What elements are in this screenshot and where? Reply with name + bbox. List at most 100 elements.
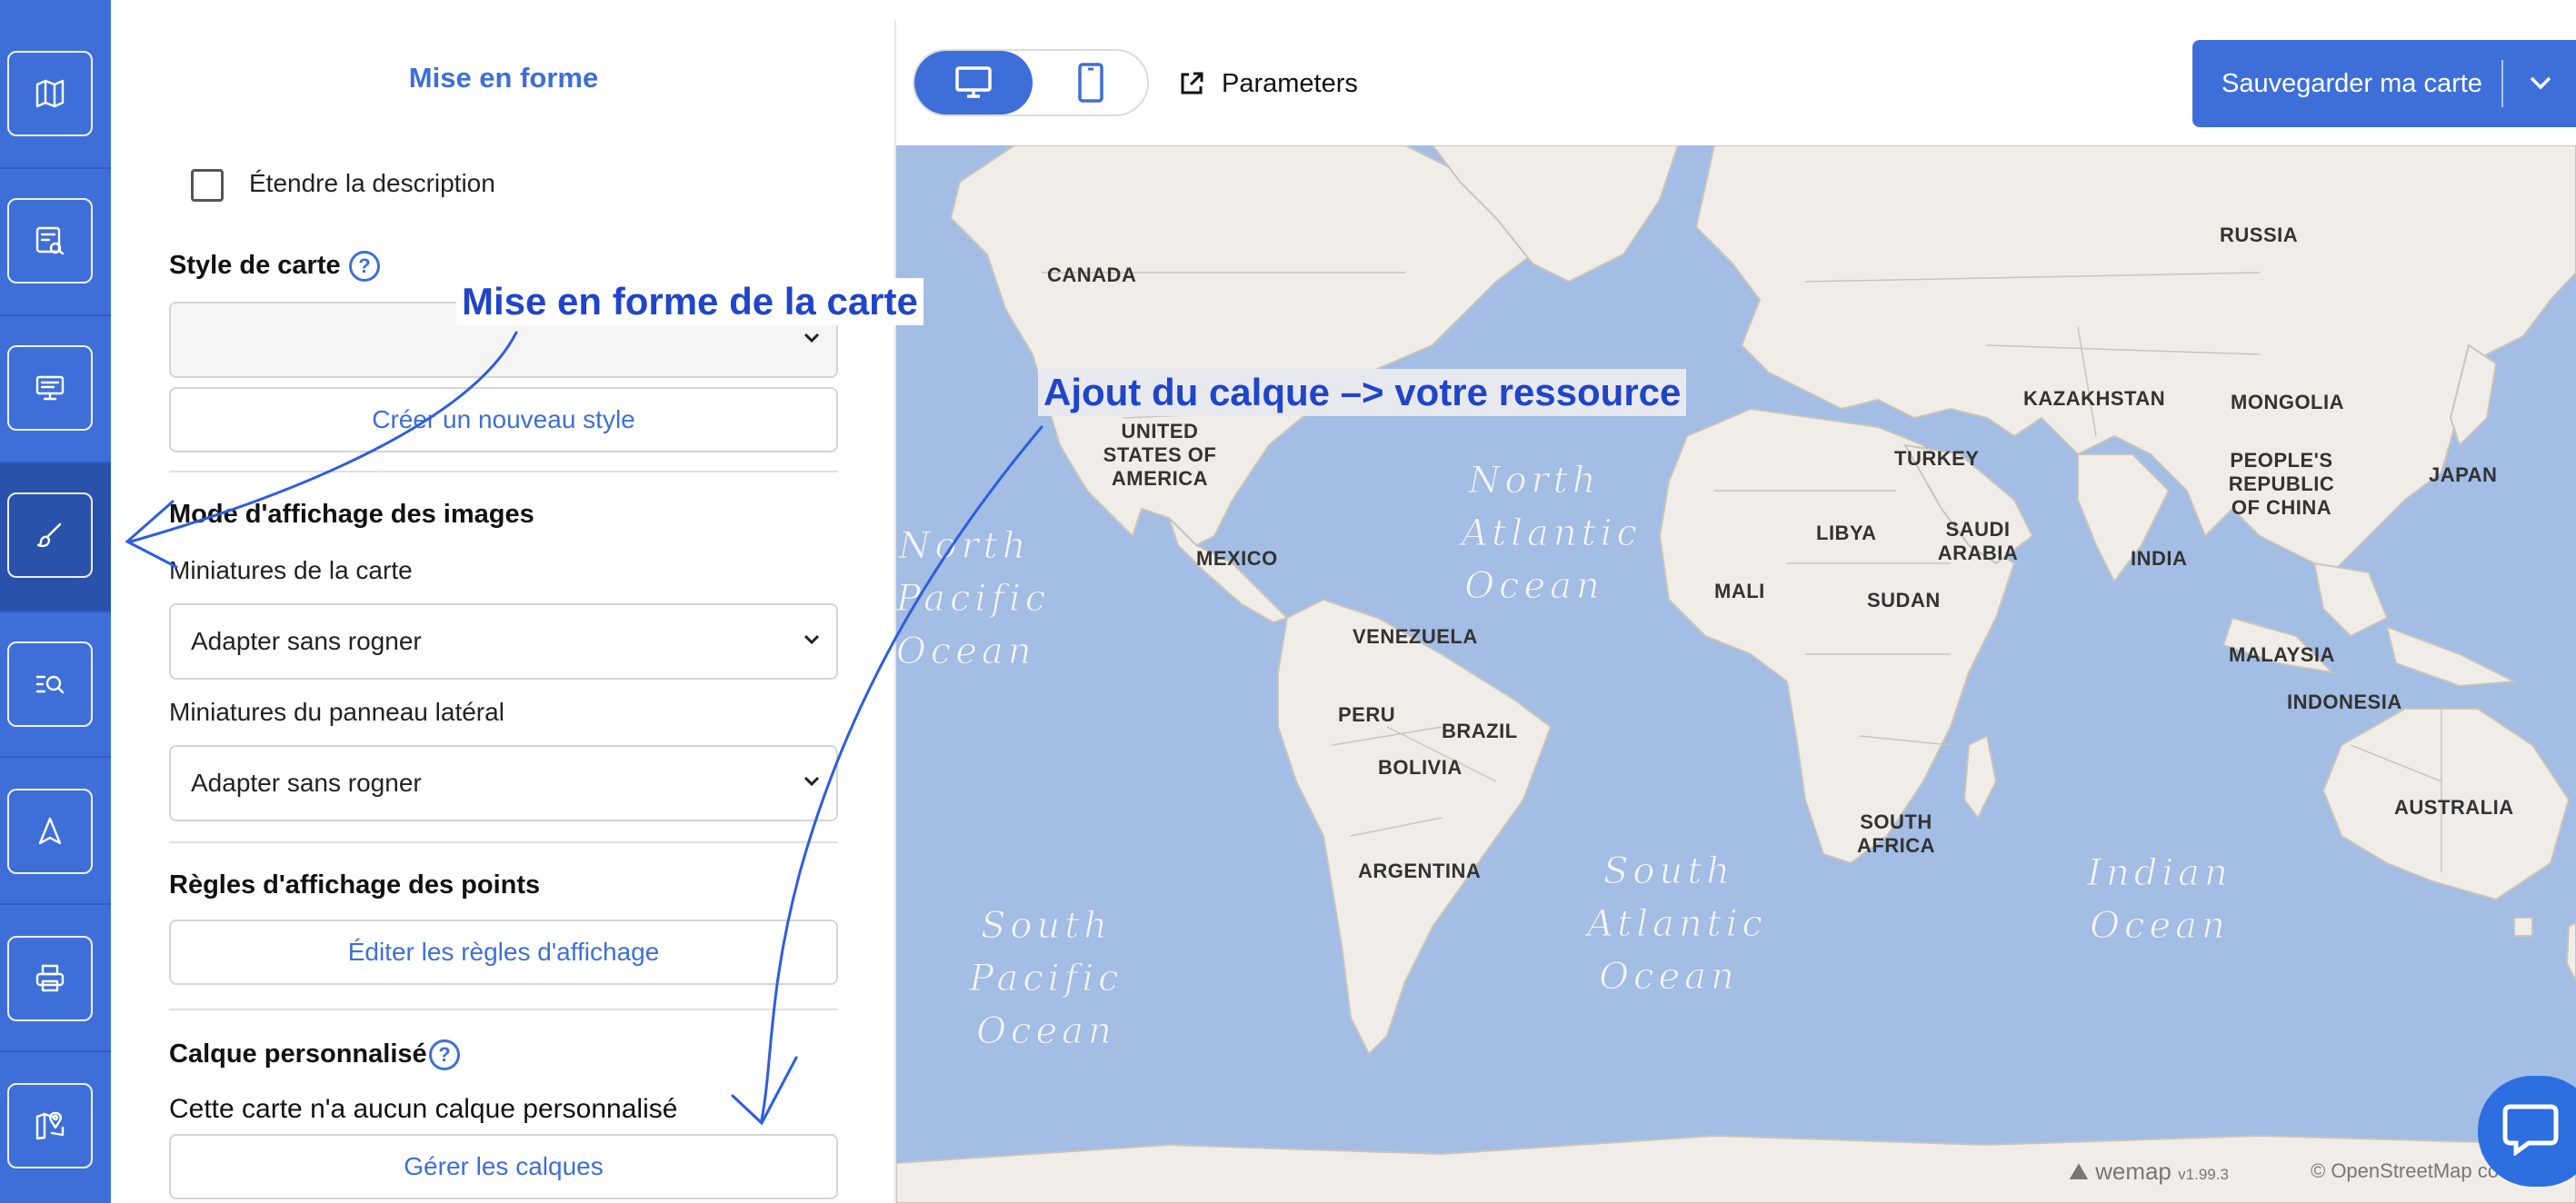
sidebar-divider — [0, 1050, 111, 1052]
sidebar-divider — [0, 903, 111, 905]
chevron-down-icon — [804, 333, 820, 343]
sidebar-divider — [0, 167, 111, 169]
sidebar-divider — [0, 756, 111, 758]
country-label: KAZAKHSTAN — [2023, 387, 2166, 410]
image-mode-heading: Mode d'affichage des images — [169, 500, 534, 529]
country-label: LIBYA — [1816, 522, 1877, 544]
country-label: BRAZIL — [1442, 720, 1518, 742]
ocean-label-indian: Indian Ocean — [2087, 852, 2232, 948]
navigation-arrow-icon — [38, 817, 62, 845]
style-panel: Mise en forme Étendre la description Sty… — [111, 20, 896, 1203]
map-style-help-icon[interactable]: ? — [349, 251, 380, 282]
desktop-icon — [955, 66, 992, 98]
view-mode-toggle — [913, 49, 1149, 116]
osm-attribution[interactable]: © OpenStreetMap co — [2311, 1159, 2499, 1183]
mobile-icon — [1078, 63, 1103, 103]
create-style-button[interactable]: Créer un nouveau style — [169, 387, 838, 452]
country-label: SUDAN — [1867, 589, 1941, 611]
ocean-label-south-atlantic: South Atlantic Ocean — [1587, 850, 1767, 999]
country-label: SAUDI ARABIA — [1937, 518, 2019, 564]
edit-display-rules-button[interactable]: Éditer les règles d'affichage — [169, 920, 838, 985]
country-label: VENEZUELA — [1353, 625, 1478, 648]
sidebar-item-map[interactable] — [7, 51, 93, 136]
desktop-view-button[interactable] — [914, 51, 1033, 114]
country-label: INDIA — [2131, 547, 2188, 570]
brush-icon — [36, 522, 62, 548]
country-label: CANADA — [1047, 263, 1137, 286]
map-thumbnails-select[interactable]: Adapter sans rogner — [169, 603, 838, 680]
chat-button[interactable] — [2478, 1076, 2576, 1187]
manage-layers-button[interactable]: Gérer les calques — [169, 1134, 838, 1199]
country-label: INDONESIA — [2287, 691, 2402, 713]
data-link-icon — [35, 226, 65, 255]
side-thumbnails-select[interactable]: Adapter sans rogner — [169, 745, 838, 821]
sidebar — [0, 0, 111, 1203]
no-custom-layer-text: Cette carte n'a aucun calque personnalis… — [169, 1094, 678, 1124]
chevron-down-icon — [804, 776, 820, 787]
extend-description-label: Étendre la description — [249, 169, 495, 197]
sidebar-item-locations[interactable] — [7, 1083, 93, 1168]
divider — [169, 1009, 838, 1010]
chevron-down-icon[interactable] — [2529, 75, 2552, 93]
extend-description-checkbox[interactable] — [191, 169, 224, 202]
mobile-view-button[interactable] — [1033, 51, 1149, 114]
sidebar-item-presentation[interactable] — [7, 345, 93, 431]
divider — [169, 471, 838, 472]
country-label: JAPAN — [2429, 463, 2498, 486]
custom-layer-help-icon[interactable]: ? — [429, 1039, 460, 1070]
save-map-label: Sauvegarder ma carte — [2222, 69, 2482, 98]
wemap-name: wemap — [2095, 1158, 2172, 1185]
save-button-divider — [2501, 60, 2503, 107]
panel-title: Mise en forme — [408, 62, 599, 94]
country-label: SOUTH AFRICA — [1856, 810, 1936, 857]
save-map-button[interactable]: Sauvegarder ma carte — [2192, 40, 2576, 127]
wemap-logo-icon: ⛰ — [2069, 1158, 2089, 1185]
sidebar-item-style[interactable] — [7, 492, 93, 578]
divider — [169, 841, 838, 843]
world-landmass — [896, 145, 2576, 1203]
country-label: MONGOLIA — [2231, 391, 2344, 413]
side-thumbnails-label: Miniatures du panneau latéral — [169, 698, 504, 726]
sidebar-item-search[interactable] — [7, 641, 93, 727]
map-icon — [35, 79, 65, 108]
sidebar-item-data[interactable] — [7, 198, 93, 283]
search-list-icon — [35, 675, 65, 694]
annotation-style-callout: Mise en forme de la carte — [456, 278, 924, 325]
sidebar-divider — [0, 462, 111, 463]
country-label: UNITED STATES OF AMERICA — [1103, 420, 1217, 490]
map-pin-icon — [35, 1111, 65, 1140]
ocean-label-south-pacific: South Pacific Ocean — [969, 905, 1123, 1053]
country-label: MALAYSIA — [2229, 643, 2335, 666]
sidebar-divider — [0, 314, 111, 316]
annotation-layer-callout: Ajout du calque –> votre ressource — [1038, 369, 1687, 416]
country-label: ARGENTINA — [1358, 860, 1482, 882]
map-canvas[interactable]: North Pacific Ocean North Atlantic Ocean Sou… — [896, 145, 2576, 1203]
side-thumbnails-value: Adapter sans rogner — [191, 769, 422, 797]
country-label: BOLIVIA — [1378, 756, 1463, 779]
map-thumbnails-value: Adapter sans rogner — [191, 627, 422, 655]
parameters-link[interactable]: Parameters — [1178, 64, 1358, 104]
country-label: AUSTRALIA — [2394, 796, 2514, 819]
parameters-label: Parameters — [1222, 68, 1358, 98]
ocean-label-north-pacific: North Pacific Ocean — [896, 525, 1051, 673]
wemap-version: v1.99.3 — [2178, 1166, 2229, 1183]
map-thumbnails-label: Miniatures de la carte — [169, 556, 413, 584]
country-label: MEXICO — [1196, 547, 1278, 570]
country-label: PEOPLE'S REPUBLIC OF CHINA — [2228, 449, 2335, 519]
printer-icon — [35, 964, 65, 992]
sidebar-divider — [0, 611, 111, 612]
ocean-label-north-atlantic: North Atlantic Ocean — [1462, 460, 1642, 608]
wemap-attribution[interactable]: ⛰ wemap v1.99.3 — [2069, 1158, 2229, 1187]
country-label: PERU — [1338, 703, 1396, 726]
presentation-icon — [35, 375, 65, 401]
external-link-icon — [1181, 72, 1203, 94]
map-style-heading: Style de carte — [169, 251, 341, 280]
chat-bubble-icon — [2502, 1104, 2559, 1156]
sidebar-item-print[interactable] — [7, 936, 93, 1021]
sidebar-item-navigation[interactable] — [7, 789, 93, 874]
chevron-down-icon — [804, 634, 820, 645]
country-label: MALI — [1714, 580, 1765, 602]
custom-layer-heading: Calque personnalisé — [169, 1039, 427, 1069]
point-rules-heading: Règles d'affichage des points — [169, 870, 541, 900]
country-label: RUSSIA — [2220, 224, 2299, 246]
